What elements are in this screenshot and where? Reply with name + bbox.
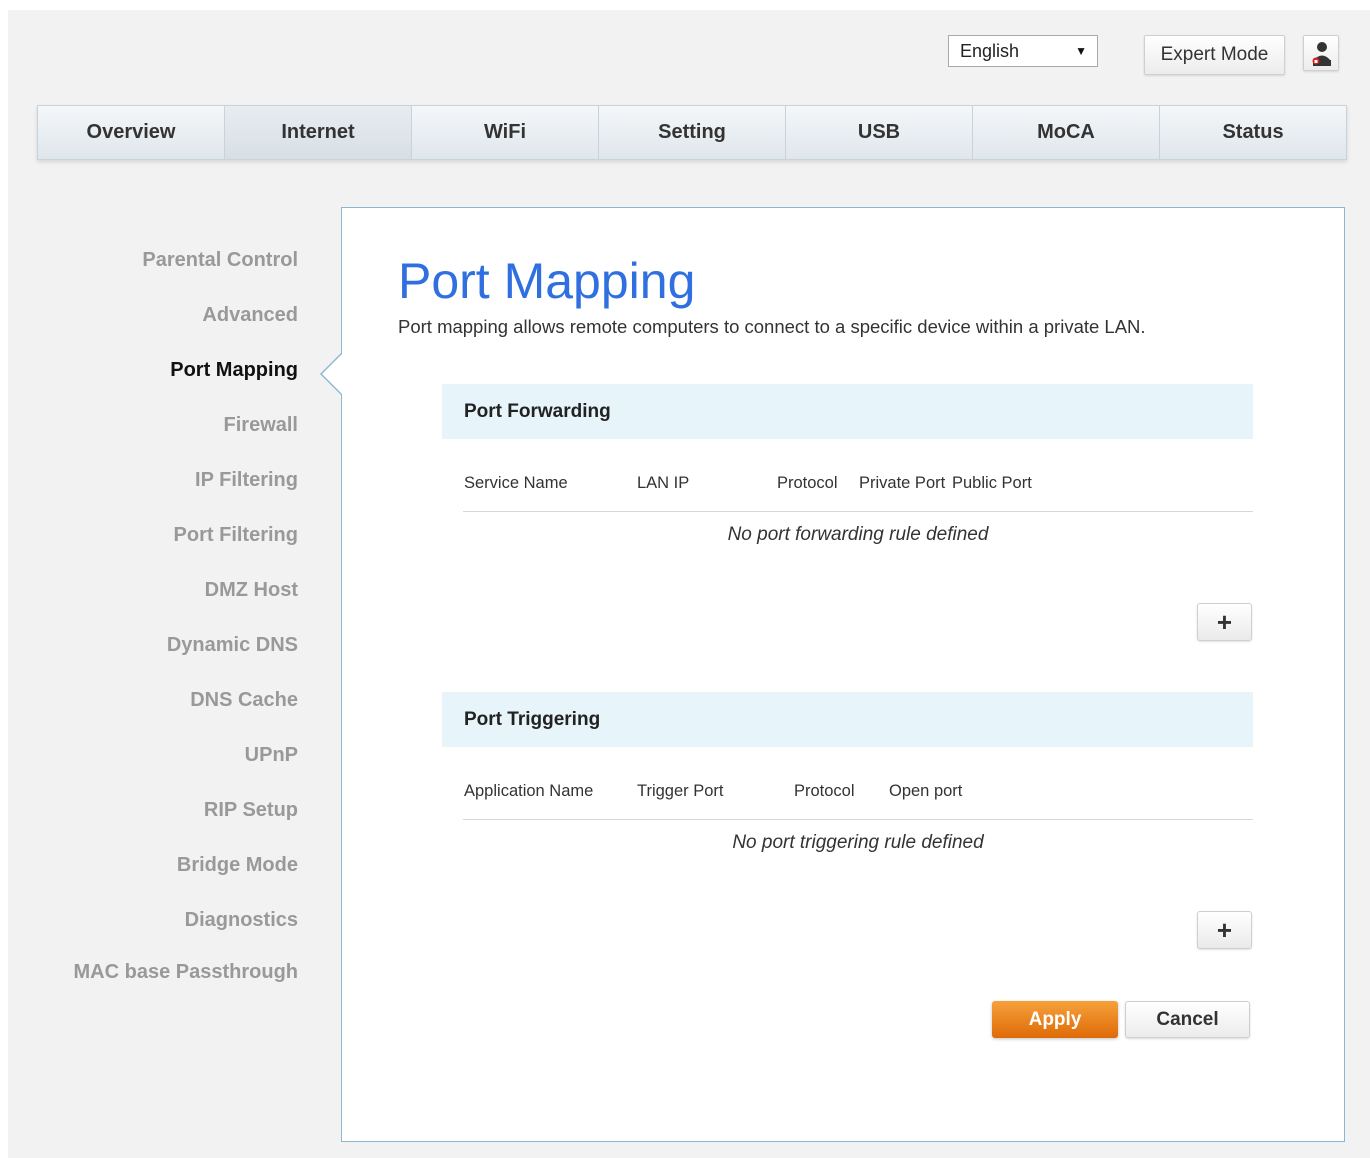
sidebar-item-port-filtering[interactable]: Port Filtering [174, 524, 298, 547]
sidebar-item-dynamic-dns[interactable]: Dynamic DNS [167, 634, 298, 657]
user-icon [1312, 42, 1331, 66]
port-triggering-empty-message: No port triggering rule defined [732, 832, 984, 853]
tab-moca[interactable]: MoCA [973, 106, 1160, 159]
port-forwarding-empty-message: No port forwarding rule defined [727, 524, 989, 545]
column-header-open-port: Open port [889, 782, 963, 800]
active-item-pointer-fill [322, 353, 343, 395]
chevron-down-icon: ▼ [1075, 44, 1087, 58]
expert-mode-button[interactable]: Expert Mode [1144, 35, 1285, 75]
sidebar-item-ip-filtering[interactable]: IP Filtering [195, 469, 298, 492]
tab-usb[interactable]: USB [786, 106, 973, 159]
column-header-lan-ip: LAN IP [637, 474, 690, 492]
main-navigation: Overview Internet WiFi Setting USB MoCA … [37, 105, 1347, 160]
page-title: Port Mapping [398, 253, 696, 309]
column-header-protocol: Protocol [777, 474, 838, 492]
sidebar-item-parental-control[interactable]: Parental Control [142, 249, 298, 272]
add-port-forwarding-button[interactable]: + [1197, 603, 1252, 641]
add-port-triggering-button[interactable]: + [1197, 911, 1252, 949]
user-account-button[interactable] [1303, 35, 1339, 71]
tab-setting[interactable]: Setting [599, 106, 786, 159]
cancel-button[interactable]: Cancel [1125, 1001, 1250, 1038]
sidebar-item-firewall[interactable]: Firewall [224, 414, 298, 437]
sidebar-item-port-mapping[interactable]: Port Mapping [170, 359, 298, 382]
sidebar-item-rip-setup[interactable]: RIP Setup [204, 799, 298, 822]
sidebar-item-dmz-host[interactable]: DMZ Host [205, 579, 298, 602]
apply-button[interactable]: Apply [992, 1001, 1118, 1038]
sidebar-item-diagnostics[interactable]: Diagnostics [185, 909, 298, 932]
table-divider [463, 511, 1253, 512]
tab-overview[interactable]: Overview [38, 106, 225, 159]
tab-internet[interactable]: Internet [225, 106, 412, 159]
sidebar-item-mac-base-passthrough[interactable]: MAC base Passthrough [74, 961, 298, 984]
language-selected-value: English [960, 41, 1020, 61]
column-header-public-port: Public Port [952, 474, 1032, 492]
sidebar-item-dns-cache[interactable]: DNS Cache [190, 689, 298, 712]
sidebar-item-advanced[interactable]: Advanced [202, 304, 298, 327]
port-forwarding-heading: Port Forwarding [442, 384, 1253, 439]
table-divider [463, 819, 1253, 820]
column-header-service-name: Service Name [464, 474, 568, 492]
column-header-application-name: Application Name [464, 782, 594, 800]
sidebar-item-upnp[interactable]: UPnP [245, 744, 298, 767]
column-header-trigger-port: Trigger Port [637, 782, 724, 800]
column-header-private-port: Private Port [859, 474, 946, 492]
sidebar-item-bridge-mode[interactable]: Bridge Mode [177, 854, 298, 877]
language-select[interactable]: English ▼ [948, 35, 1098, 67]
tab-wifi[interactable]: WiFi [412, 106, 599, 159]
port-triggering-heading: Port Triggering [442, 692, 1253, 747]
column-header-protocol: Protocol [794, 782, 855, 800]
page-description: Port mapping allows remote computers to … [398, 316, 1146, 337]
tab-status[interactable]: Status [1160, 106, 1346, 159]
